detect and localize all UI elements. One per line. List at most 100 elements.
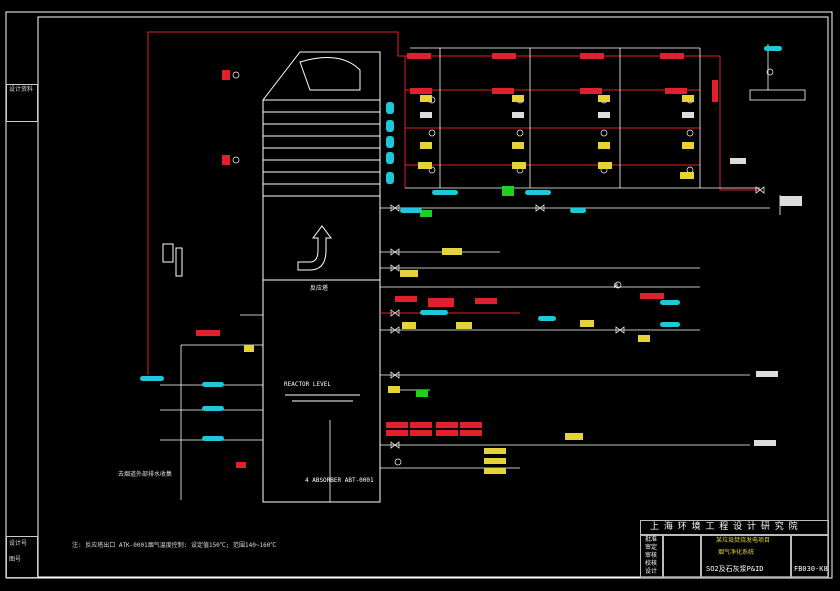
- side-strip-bottom-label: 设计号: [9, 540, 28, 547]
- row-label: 审定: [645, 544, 658, 551]
- tag-cyan: [660, 300, 680, 305]
- tag-red: [410, 88, 432, 94]
- tag-cyan: [140, 376, 164, 381]
- tag-green: [416, 390, 428, 397]
- tag-red: [475, 298, 497, 304]
- tag-cyan: [202, 436, 224, 441]
- tag-white: [682, 112, 694, 118]
- tag-yellow: [598, 162, 612, 169]
- tag-red: [222, 155, 230, 165]
- tag-yellow: [456, 322, 472, 329]
- divider: [790, 534, 792, 578]
- tag-yellow: [400, 270, 418, 277]
- drawing-frame: [37, 16, 829, 578]
- tag-yellow: [512, 142, 524, 149]
- tag-cyan: [570, 208, 586, 213]
- tag-white: [756, 371, 778, 377]
- instrument-bubble-icon: [394, 458, 402, 466]
- row-label: 审核: [645, 552, 658, 559]
- process-lines: [160, 44, 806, 502]
- tag-cyan: [202, 406, 224, 411]
- tag-red: [665, 88, 687, 94]
- tag-cyan: [420, 310, 448, 315]
- instrument-bubble-icon: [600, 129, 608, 137]
- tag-red: [222, 70, 230, 80]
- side-strip-top-label: 设计资料: [9, 86, 34, 93]
- tag-yellow: [418, 162, 432, 169]
- tag-yellow: [420, 142, 432, 149]
- tag-white: [754, 440, 776, 446]
- tag-red: [386, 422, 408, 428]
- tag-red: [492, 88, 514, 94]
- side-strip-bottom-label: 图号: [9, 556, 22, 563]
- side-strip-bottom: 设计号 图号: [6, 536, 38, 578]
- footnote: 注: 反应塔出口 ATK-0001烟气温度控制: 设定值150℃; 范围140~…: [72, 542, 277, 549]
- tag-yellow: [420, 95, 432, 102]
- tag-cyan: [432, 190, 458, 195]
- tag-white: [598, 112, 610, 118]
- tag-red: [580, 53, 604, 59]
- tag-red: [436, 430, 458, 436]
- tag-yellow: [484, 458, 506, 464]
- instrument-bubble-icon: [516, 129, 524, 137]
- tag-white: [512, 112, 524, 118]
- tag-yellow: [580, 320, 594, 327]
- tag-yellow: [244, 345, 254, 352]
- tag-yellow: [682, 95, 694, 102]
- left-note: 去烟道外部排水收集: [118, 471, 173, 478]
- bottom-label: 4 ABSORBER ABT-0001: [305, 477, 374, 484]
- tag-yellow: [402, 322, 416, 329]
- tag-yellow: [512, 162, 526, 169]
- tag-yellow: [484, 448, 506, 454]
- tag-white: [420, 112, 432, 118]
- side-duct: [162, 243, 183, 277]
- tag-yellow: [598, 95, 610, 102]
- tag-green: [502, 186, 514, 196]
- instrument-bubble-icon: [232, 156, 240, 164]
- tag-cyan: [202, 382, 224, 387]
- divider: [640, 534, 829, 536]
- motor-tag: M: [614, 283, 618, 290]
- reactor-vessel: [262, 51, 381, 503]
- tag-cyan: [764, 46, 782, 51]
- vessel-tag: 反应塔: [310, 285, 329, 292]
- tag-red: [660, 53, 684, 59]
- tag-red: [428, 298, 454, 307]
- tag-red: [492, 53, 516, 59]
- tag-red: [196, 330, 220, 336]
- pid-drawing-canvas: 设计资料 设计号 图号 REACTOR LEVEL 4 ABSORBER ABT…: [0, 0, 840, 591]
- tag-yellow: [598, 142, 610, 149]
- tag-red: [460, 430, 482, 436]
- tag-cyan: [386, 136, 394, 148]
- tag-red: [386, 430, 408, 436]
- drawing-title: SO2及石灰浆P&ID: [706, 565, 764, 573]
- tag-yellow: [565, 433, 583, 440]
- gas-flow-arrow-icon: [297, 225, 332, 271]
- instrument-bubble-icon: [428, 129, 436, 137]
- tag-red: [407, 53, 431, 59]
- tag-yellow: [484, 468, 506, 474]
- tag-cyan: [660, 322, 680, 327]
- tag-cyan: [525, 190, 551, 195]
- tag-yellow: [388, 386, 400, 393]
- tag-yellow: [638, 335, 650, 342]
- tag-red: [410, 422, 432, 428]
- row-label: 设计: [645, 568, 658, 575]
- tag-red: [580, 88, 602, 94]
- side-strip-top: 设计资料: [6, 84, 38, 122]
- subproject-name: 烟气净化系统: [718, 549, 755, 556]
- row-label: 批准: [645, 536, 658, 543]
- tag-white: [730, 158, 746, 164]
- tag-cyan: [386, 172, 394, 184]
- tag-cyan: [538, 316, 556, 321]
- divider: [662, 534, 664, 578]
- tag-red: [712, 80, 718, 102]
- tag-cyan: [386, 120, 394, 132]
- divider: [700, 534, 702, 578]
- sheet-border: [5, 11, 833, 579]
- tag-yellow: [680, 172, 694, 179]
- level-label: REACTOR LEVEL: [284, 381, 331, 388]
- row-label: 校核: [645, 560, 658, 567]
- tag-yellow: [682, 142, 694, 149]
- tag-red: [395, 296, 417, 302]
